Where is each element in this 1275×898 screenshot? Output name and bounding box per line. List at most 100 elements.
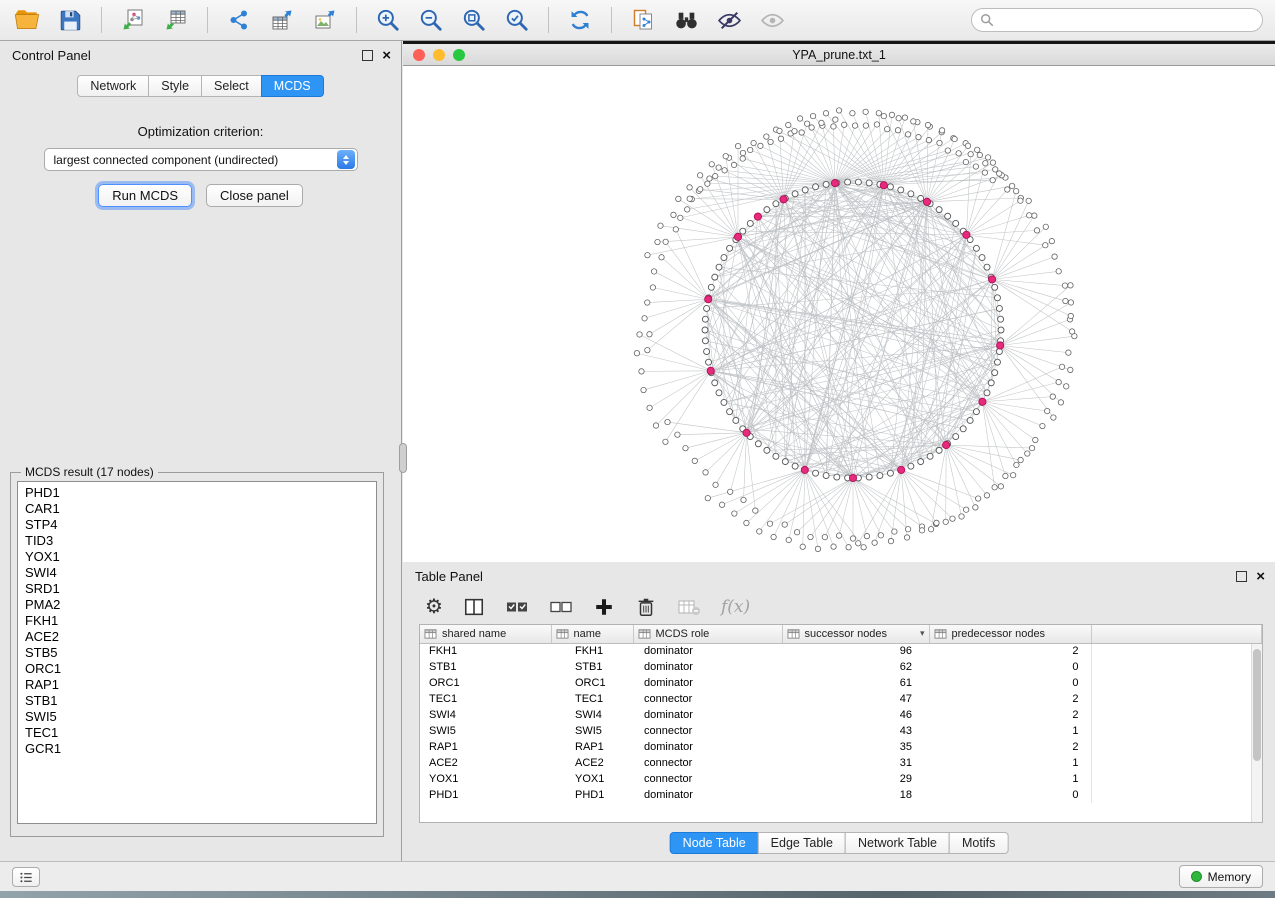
mcds-result-item[interactable]: STB1 [25,693,376,709]
mcds-result-item[interactable]: SWI4 [25,565,376,581]
table-row[interactable]: SWI4SWI4dominator462 [420,707,1262,723]
mcds-result-item[interactable]: SWI5 [25,709,376,725]
close-panel-button[interactable]: × [382,50,391,61]
save-session-button[interactable] [55,5,85,35]
table-cell: connector [633,691,782,707]
table-cell [1091,691,1262,707]
table-row[interactable]: ACE2ACE2connector311 [420,755,1262,771]
export-network-icon [227,8,251,32]
mcds-result-item[interactable]: RAP1 [25,677,376,693]
table-scrollbar-thumb[interactable] [1253,649,1261,761]
tab-select[interactable]: Select [201,75,262,97]
column-header-name[interactable]: name [551,625,633,643]
tab-node-table[interactable]: Node Table [670,832,759,854]
tab-edge-table[interactable]: Edge Table [758,832,846,854]
window-minimize-button[interactable] [433,49,445,61]
open-session-button[interactable] [12,5,42,35]
table-cell: dominator [633,675,782,691]
tab-network-table[interactable]: Network Table [845,832,950,854]
zoom-selected-button[interactable] [502,5,532,35]
import-network-button[interactable] [118,5,148,35]
run-mcds-button[interactable]: Run MCDS [98,184,192,207]
table-mini-icon [934,628,947,640]
show-columns-button[interactable] [463,596,485,618]
network-canvas[interactable] [403,66,1275,562]
network-graph[interactable] [403,66,1275,562]
table-scrollbar[interactable] [1251,644,1262,822]
mcds-result-item[interactable]: STP4 [25,517,376,533]
mcds-result-item[interactable]: GCR1 [25,741,376,757]
mcds-result-item[interactable]: ACE2 [25,629,376,645]
deselect-all-button[interactable] [549,595,573,619]
mcds-result-item[interactable]: CAR1 [25,501,376,517]
mcds-result-item[interactable]: FKH1 [25,613,376,629]
export-image-icon [313,8,337,32]
window-maximize-button[interactable] [453,49,465,61]
export-table-button[interactable] [267,5,297,35]
tab-motifs[interactable]: Motifs [949,832,1008,854]
export-image-button[interactable] [310,5,340,35]
column-header-successor-nodes[interactable]: successor nodes ▾ [782,625,929,643]
select-all-button[interactable] [505,595,529,619]
search-input[interactable] [971,8,1263,32]
zoom-out-button[interactable] [416,5,446,35]
tab-mcds[interactable]: MCDS [261,75,324,97]
table-cell [1091,643,1262,659]
mcds-result-item[interactable]: YOX1 [25,549,376,565]
table-cell: 31 [782,755,929,771]
table-cell: 1 [929,755,1091,771]
refresh-button[interactable] [565,5,595,35]
find-button[interactable] [671,5,701,35]
window-close-button[interactable] [413,49,425,61]
table-row[interactable]: PHD1PHD1dominator180 [420,787,1262,803]
zoom-in-button[interactable] [373,5,403,35]
table-row[interactable]: TEC1TEC1connector472 [420,691,1262,707]
table-mini-icon [638,628,651,640]
tab-style[interactable]: Style [148,75,202,97]
memory-button[interactable]: Memory [1179,865,1263,888]
table-row[interactable]: RAP1RAP1dominator352 [420,739,1262,755]
zoom-fit-icon [461,7,487,33]
eye-icon [760,8,785,33]
table-options-button[interactable]: ⚙ [425,597,443,617]
mcds-result-item[interactable]: TID3 [25,533,376,549]
table-cell: connector [633,723,782,739]
import-table-button[interactable] [161,5,191,35]
mcds-result-item[interactable]: TEC1 [25,725,376,741]
task-history-button[interactable] [12,867,40,887]
hide-selected-button[interactable] [714,5,744,35]
mcds-result-item[interactable]: PHD1 [25,485,376,501]
control-panel-header: Control Panel × [0,41,401,66]
close-table-panel-button[interactable]: × [1256,571,1265,582]
zoom-selected-icon [504,7,530,33]
float-panel-button[interactable] [362,50,373,61]
table-cell: 62 [782,659,929,675]
table-row[interactable]: STB1STB1dominator620 [420,659,1262,675]
column-header-predecessor-nodes[interactable]: predecessor nodes [929,625,1091,643]
clone-network-button[interactable] [628,5,658,35]
table-row[interactable]: ORC1ORC1dominator610 [420,675,1262,691]
criterion-dropdown[interactable]: largest connected component (undirected) [44,148,358,171]
export-network-button[interactable] [224,5,254,35]
column-header-shared-name[interactable]: shared name [420,625,551,643]
table-cell: FKH1 [420,643,551,659]
refresh-icon [567,7,593,33]
table-row[interactable]: FKH1FKH1dominator962 [420,643,1262,659]
table-row[interactable]: SWI5SWI5connector431 [420,723,1262,739]
close-panel-action-button[interactable]: Close panel [206,184,303,207]
table-row[interactable]: YOX1YOX1connector291 [420,771,1262,787]
mcds-result-item[interactable]: STB5 [25,645,376,661]
column-header-mcds-role[interactable]: MCDS role [633,625,782,643]
add-column-button[interactable] [593,596,615,618]
tab-network[interactable]: Network [77,75,149,97]
mcds-result-list[interactable]: PHD1CAR1STP4TID3YOX1SWI4SRD1PMA2FKH1ACE2… [17,481,377,824]
table-mini-icon [424,628,437,640]
mcds-result-item[interactable]: ORC1 [25,661,376,677]
zoom-fit-button[interactable] [459,5,489,35]
mcds-result-item[interactable]: PMA2 [25,597,376,613]
float-table-panel-button[interactable] [1236,571,1247,582]
list-icon [19,870,34,885]
mcds-result-item[interactable]: SRD1 [25,581,376,597]
panel-splitter-handle[interactable] [399,443,407,473]
delete-column-button[interactable] [635,596,657,618]
